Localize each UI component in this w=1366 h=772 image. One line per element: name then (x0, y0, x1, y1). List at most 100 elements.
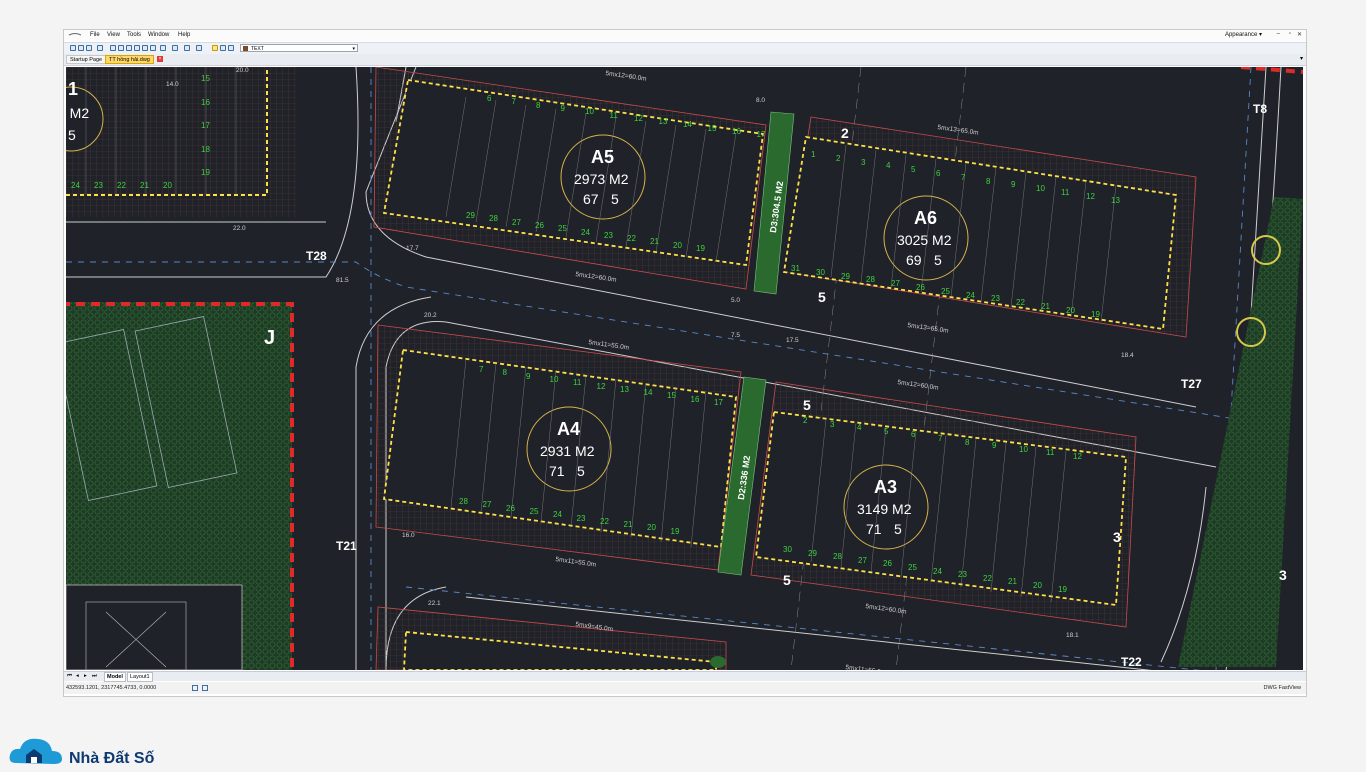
lot-number: 11 (1061, 188, 1070, 197)
lot-number: 24 (71, 181, 80, 190)
lot-number: 23 (604, 230, 613, 240)
tab-list-arrow-icon[interactable]: ▾ (1300, 55, 1303, 62)
lot-number: 14 (643, 388, 653, 398)
measure-m17_5: 17.5 (786, 337, 799, 344)
open-icon[interactable] (70, 45, 76, 51)
section-mark-s3a: 3 (1113, 529, 1121, 545)
lot-number: 5 (884, 426, 889, 436)
menu-tools[interactable]: Tools (127, 32, 141, 39)
zoom-extents-icon[interactable] (150, 45, 156, 51)
measure-icon[interactable] (196, 45, 202, 51)
zoom-in-icon[interactable] (118, 45, 124, 51)
close-tab-icon[interactable]: × (157, 56, 163, 62)
section-mark-s3b: 3 (1279, 567, 1287, 583)
zoom-window-icon[interactable] (134, 45, 140, 51)
undo-icon[interactable] (172, 45, 178, 51)
lot-number: 8 (536, 100, 541, 110)
print-icon[interactable] (97, 45, 103, 51)
restore-icon[interactable]: ▫ (1289, 31, 1291, 37)
tab-drawing[interactable]: TT hồng hải.dwg (105, 55, 154, 64)
lot-number: 13 (658, 117, 668, 127)
zoom-out-icon[interactable] (126, 45, 132, 51)
next-layout-icon[interactable]: ▸ (84, 673, 87, 679)
lot-number: 19 (670, 526, 680, 536)
lot-number: 29 (466, 211, 475, 220)
lot-number: 21 (1008, 577, 1017, 587)
lot-number: 12 (1073, 452, 1082, 461)
layout-tabs: ⏮ ◂ ▸ ⏭ Model Layout1 (64, 671, 1306, 682)
section-mark-s5a: 5 (818, 289, 826, 305)
lot-number: 27 (482, 500, 492, 510)
lot-number: 2 (803, 416, 808, 425)
lot-number: 6 (936, 169, 941, 178)
pan-icon[interactable] (110, 45, 116, 51)
lot-number: 25 (558, 224, 567, 234)
block-a6-floors: 5 (934, 252, 942, 268)
layer-color-swatch (243, 46, 248, 51)
appearance-menu[interactable]: Appearance ▾ (1225, 32, 1262, 39)
lot-number: 20 (163, 181, 172, 190)
lot-number: 20 (1066, 305, 1075, 315)
lot-number: 28 (866, 275, 875, 285)
menu-help[interactable]: Help (178, 32, 190, 39)
road-label-t8: T8 (1253, 102, 1268, 116)
drawing-canvas[interactable]: A5 2973 M2 67 5 A6 3025 M2 69 5 A4 2931 M2 71 5 A3 31… (66, 67, 1303, 670)
last-layout-icon[interactable]: ⏭ (92, 673, 97, 680)
zoom-all-icon[interactable] (160, 45, 166, 51)
lot-number: 22 (600, 516, 609, 526)
road-label-t27: T27 (1181, 377, 1202, 391)
lot-number: 30 (783, 545, 792, 554)
cloud-house-icon (9, 738, 63, 764)
lot-number: 9 (1011, 180, 1016, 190)
lot-number: 27 (891, 279, 900, 289)
lot-number: 10 (549, 374, 559, 384)
tab-layout1[interactable]: Layout1 (127, 672, 153, 682)
menu-window[interactable]: Window (148, 32, 169, 39)
tab-startup-page[interactable]: Startup Page (66, 55, 107, 64)
lot-number: 27 (858, 555, 867, 565)
minimize-icon[interactable]: – (1277, 31, 1280, 37)
lot-number: 26 (883, 559, 892, 569)
zoom-previous-icon[interactable] (142, 45, 148, 51)
block-left-floors: 5 (68, 127, 76, 143)
redo-icon[interactable] (184, 45, 190, 51)
close-icon[interactable]: ✕ (1297, 31, 1302, 38)
lot-number: 20 (1033, 581, 1042, 590)
right-green-strip (1178, 197, 1303, 667)
layer-settings-icon[interactable] (220, 45, 226, 51)
road-label-t21: T21 (336, 539, 357, 553)
prev-layout-icon[interactable]: ◂ (76, 673, 79, 679)
first-layout-icon[interactable]: ⏮ (67, 673, 72, 680)
road-label-t22: T22 (1121, 655, 1142, 669)
lot-number: 21 (623, 520, 633, 530)
lot-number: 28 (459, 497, 468, 506)
snap-icon[interactable] (192, 685, 198, 691)
lot-number: 8 (986, 176, 991, 186)
lot-number: 16 (201, 97, 210, 107)
save-as-icon[interactable] (86, 45, 92, 51)
grid-icon[interactable] (202, 685, 208, 691)
menu-view[interactable]: View (107, 32, 120, 39)
watermark-text: Nhà Đất Số (69, 750, 155, 767)
lot-number: 15 (707, 123, 717, 133)
light-bulb-icon[interactable] (212, 45, 218, 51)
menu-file[interactable]: File (90, 32, 100, 39)
layer-dropdown-value: TEXT (251, 46, 264, 52)
block-a3-count: 71 (866, 521, 882, 537)
lot-number: 30 (816, 267, 825, 277)
lot-number: 22 (117, 181, 126, 190)
block-a5-name: A5 (591, 147, 615, 167)
lot-number: 20 (673, 240, 682, 250)
tab-model[interactable]: Model (104, 672, 126, 682)
layer-freeze-icon[interactable] (228, 45, 234, 51)
lot-number: 11 (1046, 448, 1055, 458)
lot-number: 24 (966, 290, 975, 300)
layer-dropdown[interactable]: TEXT ▾ (240, 44, 358, 52)
lot-number: 15 (201, 74, 210, 83)
lot-number: 23 (958, 570, 967, 580)
lot-number: 16 (732, 127, 741, 136)
document-tabs: Startup Page TT hồng hải.dwg × ▾ (64, 54, 1306, 66)
cad-drawing[interactable] (66, 67, 1303, 670)
save-icon[interactable] (78, 45, 84, 51)
lot-number: 10 (1036, 184, 1045, 194)
